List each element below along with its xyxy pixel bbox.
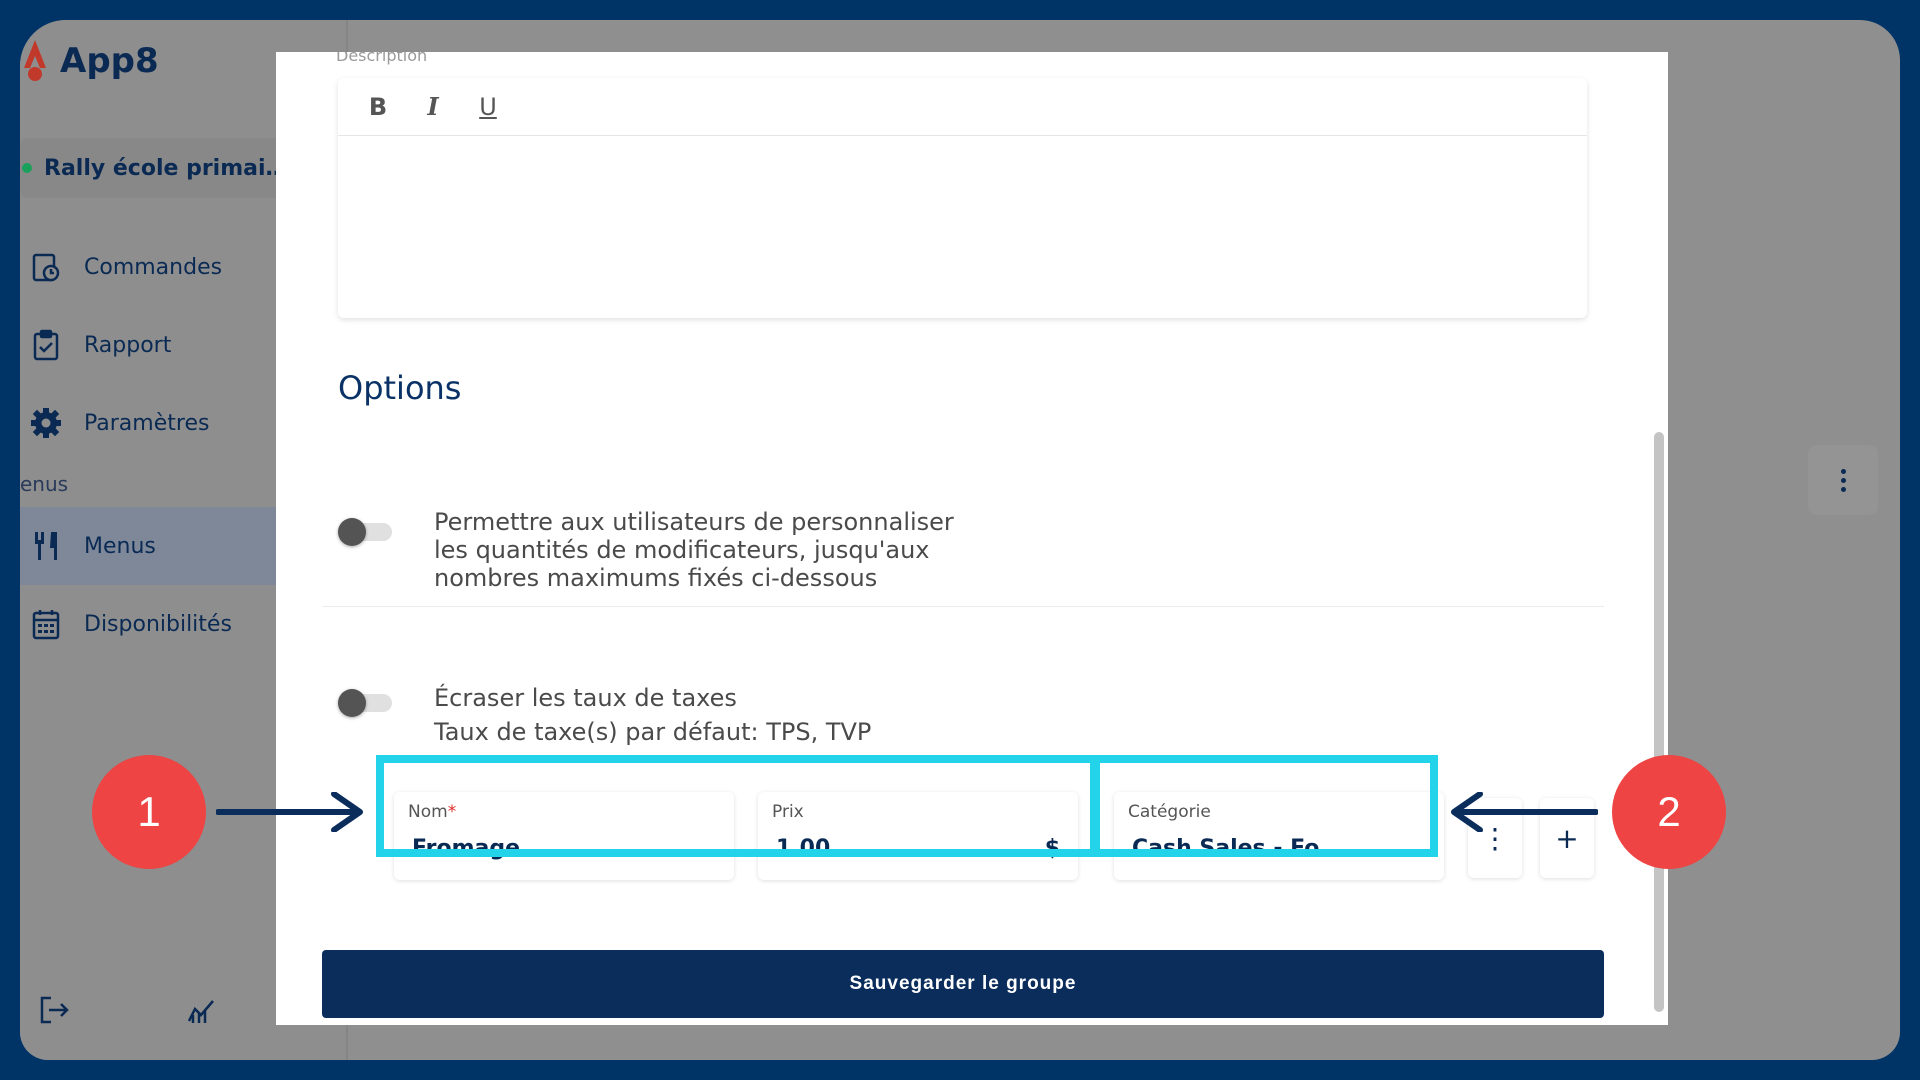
annotation-badge-2: 2 bbox=[1612, 755, 1726, 869]
underline-button[interactable]: U bbox=[468, 87, 508, 127]
option-line: Permettre aux utilisateurs de personnali… bbox=[434, 508, 954, 536]
app-window: App8 Rally école primai… Commandes Rappo… bbox=[20, 20, 1900, 1060]
override-taxes-label: Écraser les taux de taxes bbox=[434, 684, 737, 712]
sidebar-item-label: Menus bbox=[84, 533, 156, 559]
org-name: Rally école primai… bbox=[44, 155, 288, 181]
app-logo: App8 bbox=[20, 36, 159, 86]
italic-icon: I bbox=[427, 92, 439, 121]
sidebar-item-label: Disponibilités bbox=[84, 611, 232, 637]
override-taxes-toggle[interactable] bbox=[338, 683, 392, 719]
more-options-button[interactable] bbox=[1808, 445, 1878, 515]
arrow-right-icon bbox=[216, 792, 363, 832]
highlight-box-name-price bbox=[376, 755, 1098, 857]
app-name: App8 bbox=[60, 41, 159, 81]
option-line: Écraser les taux de taxes bbox=[434, 684, 737, 712]
edit-group-modal: Description B I U Options Permettre aux … bbox=[276, 52, 1668, 1025]
option-line: les quantités de modificateurs, jusqu'au… bbox=[434, 536, 930, 564]
annotation-badge-1: 1 bbox=[92, 755, 206, 869]
divider bbox=[322, 606, 1604, 607]
calendar-icon bbox=[30, 608, 62, 640]
utensils-icon bbox=[30, 530, 62, 562]
orders-clock-icon bbox=[30, 251, 62, 283]
option-line: nombres maximums fixés ci-dessous bbox=[434, 564, 878, 592]
options-heading: Options bbox=[338, 369, 462, 407]
logout-button[interactable] bbox=[20, 980, 90, 1040]
rocket-logo-icon bbox=[20, 38, 50, 84]
underline-icon: U bbox=[479, 92, 497, 121]
description-editor: B I U bbox=[338, 78, 1587, 318]
modal-scrollbar[interactable] bbox=[1654, 432, 1664, 1012]
stats-button[interactable] bbox=[166, 980, 236, 1040]
save-group-button[interactable]: Sauvegarder le groupe bbox=[322, 950, 1604, 1018]
logout-icon bbox=[40, 996, 69, 1024]
section-label: enus bbox=[20, 472, 69, 496]
editor-toolbar: B I U bbox=[338, 78, 1587, 136]
customize-quantities-toggle[interactable] bbox=[338, 512, 392, 548]
arrow-left-icon bbox=[1451, 792, 1598, 832]
option-line: Taux de taxe(s) par défaut: TPS, TVP bbox=[434, 718, 872, 746]
description-textarea[interactable] bbox=[338, 136, 1587, 318]
bold-button[interactable]: B bbox=[358, 87, 398, 127]
sidebar-item-label: Commandes bbox=[84, 254, 223, 280]
chart-icon bbox=[187, 1000, 214, 1023]
description-label: Description bbox=[336, 52, 428, 65]
italic-button[interactable]: I bbox=[413, 87, 453, 127]
highlight-box-category bbox=[1092, 755, 1438, 857]
clipboard-check-icon bbox=[30, 329, 62, 361]
gear-icon bbox=[30, 407, 62, 439]
bold-icon: B bbox=[368, 92, 388, 121]
customize-quantities-label: Permettre aux utilisateurs de personnali… bbox=[434, 508, 954, 592]
status-dot bbox=[22, 163, 32, 173]
kebab-icon bbox=[1840, 467, 1846, 494]
sidebar-item-label: Rapport bbox=[84, 332, 172, 358]
sidebar-item-label: Paramètres bbox=[84, 410, 210, 436]
default-taxes-text: Taux de taxe(s) par défaut: TPS, TVP bbox=[434, 718, 871, 746]
